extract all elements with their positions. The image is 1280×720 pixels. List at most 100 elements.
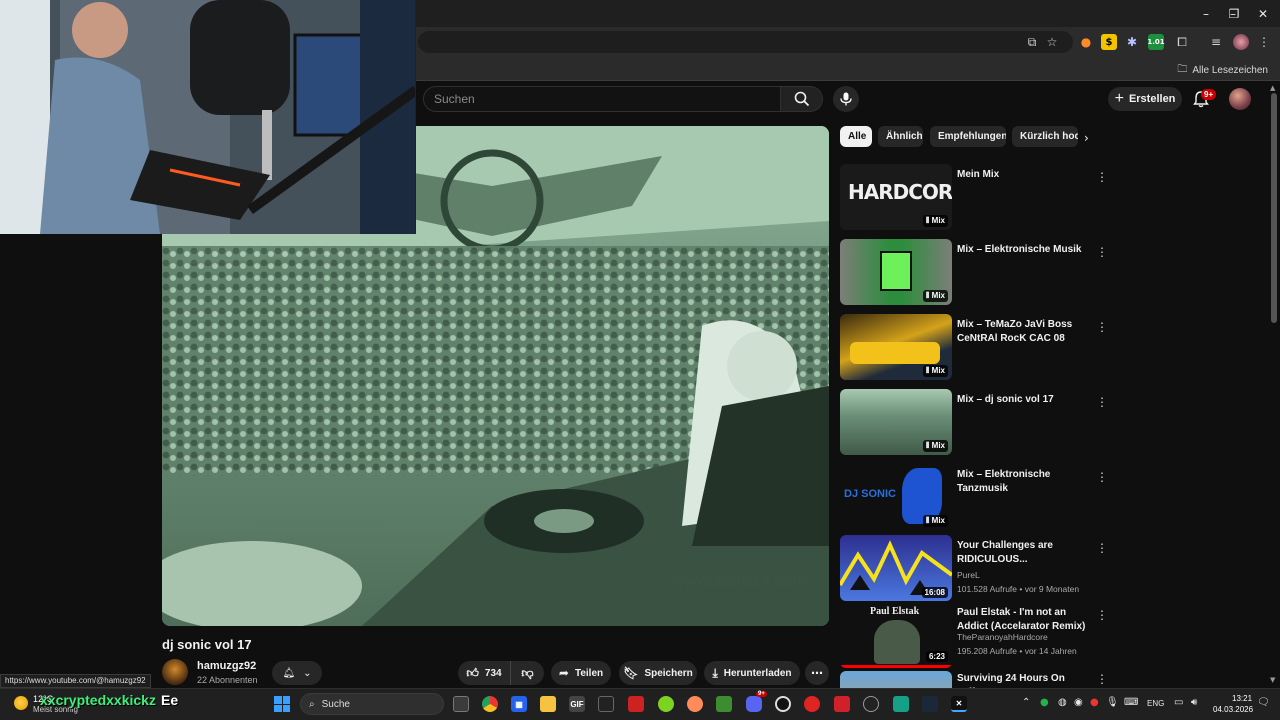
chip-similar[interactable]: Ähnlich [878,126,923,147]
install-app-icon[interactable]: ⧉ [1024,34,1040,50]
calculator-icon[interactable]: ▦ [511,696,527,712]
notification-count-badge: 9+ [1201,89,1217,100]
discord-icon[interactable] [746,696,762,712]
teal-app-icon[interactable] [893,696,909,712]
scroll-up-arrow[interactable]: ▲ [1270,84,1275,92]
search-input[interactable] [434,92,764,106]
network-icon[interactable]: ▭ [1174,697,1183,708]
more-vertical-icon[interactable]: ⋮ [1096,470,1108,484]
extension-orange-icon[interactable]: ● [1078,34,1094,50]
extension-yellow-icon[interactable]: $ [1101,34,1117,50]
mix-badge: ⦀ Mix [922,290,948,302]
save-label: Speichern [644,667,693,679]
scroll-down-arrow[interactable]: ▼ [1270,676,1275,684]
channel-avatar[interactable] [162,659,188,685]
search-button[interactable] [781,86,823,112]
steam-client-icon[interactable] [863,696,879,712]
create-label: Erstellen [1128,93,1176,105]
monitor-app-icon[interactable] [598,696,614,712]
search-icon [794,91,809,107]
recommendation-item[interactable]: ⦀ Mix Mix – Elektronische Musik ⋮ [840,239,1110,305]
green-app-icon[interactable] [658,696,674,712]
steam-icon[interactable] [922,696,938,712]
recommendation-item[interactable]: HARDCORE ⦀ Mix Mein Mix ⋮ [840,164,1110,230]
recommendation-channel[interactable]: PureL [957,570,980,580]
stream-overlay-suffix: Ee [161,692,179,708]
tray-discord-icon[interactable]: ◉ [1074,697,1083,708]
app-gif-icon[interactable]: GIF [569,696,585,712]
chrome-icon[interactable] [482,696,498,712]
capcut-icon[interactable]: ✕ [951,696,967,712]
recommendation-item[interactable]: ⦀ Mix Mix – dj sonic vol 17 ⋮ [840,389,1110,455]
recommendation-channel[interactable]: TheParanoyahHardcore [957,632,1048,642]
mix-badge: ⦀ Mix [922,515,948,527]
file-explorer-icon[interactable] [540,696,556,712]
more-vertical-icon[interactable]: ⋮ [1096,245,1108,259]
tray-green-icon[interactable]: ● [1040,697,1049,708]
recommendation-item[interactable]: DJ SONIC ⦀ Mix Mix – Elektronische Tanzm… [840,464,1110,530]
create-button[interactable]: + Erstellen [1108,87,1182,111]
duration-badge: 16:08 [921,587,948,598]
tray-mic-icon[interactable]: 🎙︎ [1106,697,1119,708]
subscription-bell-button[interactable]: 🔔︎ ⌄ [272,661,322,685]
chevron-right-icon[interactable]: › [1084,131,1089,145]
tray-red-icon[interactable]: ● [1090,697,1099,708]
more-vertical-icon[interactable]: ⋮ [1096,672,1108,686]
recommendation-item[interactable]: Paul Elstak 6:23 Paul Elstak - I'm not a… [840,602,1110,668]
obs-icon[interactable] [775,696,791,712]
more-vertical-icon[interactable]: ⋮ [1096,395,1108,409]
more-vertical-icon[interactable]: ⋮ [1096,608,1108,622]
more-vertical-icon[interactable]: ⋮ [1096,320,1108,334]
extensions-puzzle-icon[interactable]: ⧠ [1174,34,1190,50]
task-view-icon[interactable] [453,696,469,712]
clock-time[interactable]: 13:21 [1232,694,1252,703]
tray-steam-icon[interactable]: ◍ [1058,697,1067,708]
tray-keyboard-icon[interactable]: ⌨ [1124,697,1138,708]
media-app-icon[interactable] [628,696,644,712]
recommendation-item[interactable]: ⦀ Mix Mix – TeMaZo JaVi Boss CeNtRAl Roc… [840,314,1110,380]
taskbar-search[interactable]: ⌕ Suche [300,693,444,715]
plus-icon: + [1114,90,1124,107]
volume-icon[interactable]: 🔊︎ [1191,697,1197,708]
weather-sun-icon[interactable] [14,696,28,710]
share-button[interactable]: ➦ Teilen [551,661,611,685]
bookmark-icon: 🔖︎ [623,666,639,680]
page-scrollbar[interactable] [1271,93,1277,323]
more-actions-button[interactable]: ⋯ [805,661,829,685]
recommendation-item[interactable]: Surviving 24 Hours On Jeffrey ⋮ [840,671,1110,688]
chip-recommendations[interactable]: Empfehlungen [930,126,1006,147]
chip-recently-uploaded[interactable]: Kürzlich hoc [1012,126,1078,147]
extension-badge-icon[interactable]: 1.01 [1147,34,1165,50]
media-queue-icon[interactable]: ≡ [1208,34,1224,50]
like-button[interactable]: 👍︎ 734 [458,661,510,685]
chevron-up-icon[interactable]: ⌃ [1022,697,1030,708]
mix-badge: ⦀ Mix [922,365,948,377]
notification-center-icon[interactable]: 🗨︎ [1257,697,1270,708]
menu-kebab-icon[interactable]: ⋮ [1256,34,1272,50]
dislike-button[interactable]: 👎︎ [510,661,544,685]
recommendation-item[interactable]: 16:08 Your Challenges are RIDICULOUS... … [840,535,1110,601]
account-avatar[interactable] [1229,88,1251,110]
profile-icon[interactable] [1233,34,1249,50]
orange-swirl-app-icon[interactable] [687,696,703,712]
record-app-icon[interactable] [804,696,820,712]
close-button[interactable]: ✕ [1246,0,1280,27]
windows-start-icon[interactable] [274,696,290,712]
download-button[interactable]: ⤓ Herunterladen [704,661,800,685]
voice-search-button[interactable] [833,86,859,112]
extension-translate-icon[interactable]: ✱ [1124,34,1140,50]
thumbs-up-icon: 👍︎ [466,665,479,680]
bookmark-star-icon[interactable]: ☆ [1044,34,1060,50]
chip-all[interactable]: Alle [840,126,872,147]
red-app-icon[interactable] [834,696,850,712]
bell-icon: 🔔︎ [282,667,296,679]
address-bar[interactable] [418,31,1073,53]
minecraft-icon[interactable] [716,696,732,712]
all-bookmarks-link[interactable]: 🗀 Alle Lesezeichen [1177,62,1268,79]
save-button[interactable]: 🔖︎ Speichern [619,661,697,685]
more-vertical-icon[interactable]: ⋮ [1096,541,1108,555]
channel-name[interactable]: hamuzgz92 [197,660,256,672]
language-indicator[interactable]: ENG [1147,699,1164,708]
clock-date[interactable]: 04.03.2026 [1213,705,1253,714]
more-vertical-icon[interactable]: ⋮ [1096,170,1108,184]
